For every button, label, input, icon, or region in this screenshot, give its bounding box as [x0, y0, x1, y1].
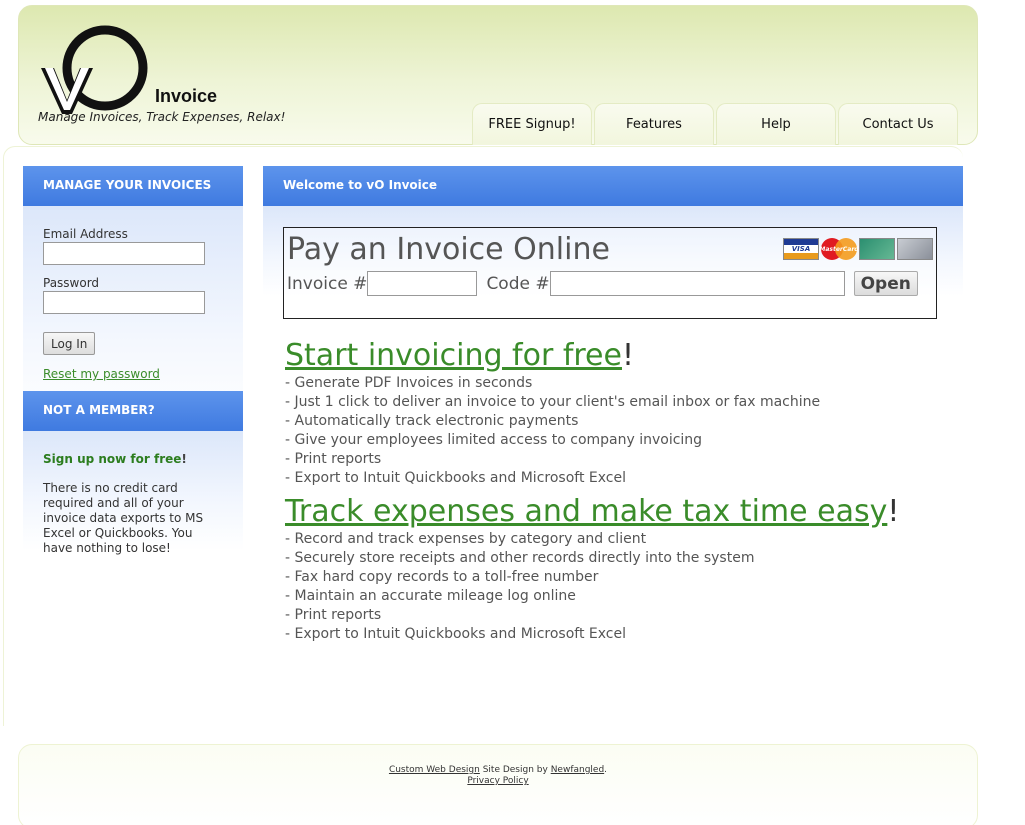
amex-card-icon — [859, 238, 895, 260]
list-item: - Just 1 click to deliver an invoice to … — [285, 394, 821, 410]
list-item: - Automatically track electronic payment… — [285, 413, 579, 429]
list-item: - Maintain an accurate mileage log onlin… — [285, 588, 576, 604]
section-expenses-title: Track expenses and make tax time easy! — [285, 494, 899, 530]
main-nav: FREE Signup! Features Help Contact Us — [472, 103, 958, 145]
section-invoicing: Start invoicing for free! - Generate PDF… — [285, 338, 820, 488]
password-label: Password — [43, 276, 100, 290]
vo-logo[interactable] — [39, 24, 149, 116]
reset-password-link[interactable]: Reset my password — [43, 367, 223, 381]
main-header: Welcome to vO Invoice — [263, 166, 963, 206]
login-box: MANAGE YOUR INVOICES Email Address Passw… — [23, 166, 243, 422]
open-invoice-button[interactable]: Open — [853, 271, 918, 296]
mastercard-label: MasterCard — [819, 245, 859, 253]
pay-invoice-title: Pay an Invoice Online — [287, 232, 610, 267]
signup-now-link[interactable]: Sign up now for free! — [43, 452, 223, 466]
tagline: Manage Invoices, Track Expenses, Relax! — [38, 110, 286, 124]
discover-card-icon — [897, 238, 933, 260]
start-invoicing-link[interactable]: Start invoicing for free — [285, 338, 622, 373]
login-box-title: MANAGE YOUR INVOICES — [23, 166, 243, 206]
not-member-body: Sign up now for free! There is no credit… — [23, 431, 243, 555]
list-item: - Record and track expenses by category … — [285, 531, 647, 547]
section-invoicing-excl: ! — [621, 338, 635, 373]
section-expenses-excl: ! — [887, 494, 900, 529]
list-item: - Generate PDF Invoices in seconds — [285, 375, 533, 391]
site-footer: Custom Web Design Site Design by Newfang… — [18, 744, 978, 825]
logo-wordmark: Invoice — [155, 86, 218, 106]
card-logos: VISA MasterCard — [783, 238, 933, 260]
custom-web-design-link[interactable]: Custom Web Design — [389, 765, 480, 775]
mastercard-icon: MasterCard — [819, 238, 859, 260]
list-item: - Fax hard copy records to a toll-free n… — [285, 569, 599, 585]
signup-bang: ! — [181, 452, 187, 466]
privacy-policy-link[interactable]: Privacy Policy — [467, 776, 528, 786]
nav-tab-help[interactable]: Help — [716, 103, 836, 145]
footer-text-2: . — [604, 765, 608, 775]
nav-tab-features[interactable]: Features — [594, 103, 714, 145]
password-field[interactable] — [43, 291, 205, 314]
code-input[interactable] — [549, 271, 845, 296]
list-item: - Print reports — [285, 451, 382, 467]
invoice-number-input[interactable] — [367, 271, 478, 296]
invoicing-feature-list: - Generate PDF Invoices in seconds - Jus… — [285, 374, 820, 488]
nav-tab-free-signup[interactable]: FREE Signup! — [472, 103, 592, 145]
login-form: Email Address Password Log In Reset my p… — [23, 206, 243, 422]
list-item: - Export to Intuit Quickbooks and Micros… — [285, 626, 626, 642]
track-expenses-link[interactable]: Track expenses and make tax time easy — [285, 494, 887, 529]
not-member-text: There is no credit card required and all… — [43, 481, 204, 555]
email-label: Email Address — [43, 227, 128, 241]
login-button[interactable]: Log In — [43, 332, 96, 355]
visa-card-icon: VISA — [783, 238, 819, 260]
pay-invoice-form: Invoice # Code # Open — [287, 271, 918, 296]
invoice-number-label: Invoice # — [287, 273, 368, 294]
list-item: - Give your employees limited access to … — [285, 432, 703, 448]
pay-invoice-box: Pay an Invoice Online VISA MasterCard In… — [283, 227, 937, 319]
code-label: Code # — [486, 273, 550, 294]
footer-credits: Custom Web Design Site Design by Newfang… — [19, 765, 977, 776]
newfangled-link[interactable]: Newfangled — [551, 765, 604, 775]
not-member-title: NOT A MEMBER? — [23, 391, 243, 431]
nav-tab-contact-us[interactable]: Contact Us — [838, 103, 958, 145]
not-member-box: NOT A MEMBER? Sign up now for free! Ther… — [23, 391, 243, 555]
footer-text-1: Site Design by — [479, 765, 551, 775]
email-field[interactable] — [43, 242, 205, 265]
list-item: - Securely store receipts and other reco… — [285, 550, 755, 566]
section-invoicing-title: Start invoicing for free! — [285, 338, 820, 374]
list-item: - Export to Intuit Quickbooks and Micros… — [285, 470, 626, 486]
site-header: Invoice Manage Invoices, Track Expenses,… — [18, 5, 978, 145]
section-expenses: Track expenses and make tax time easy! -… — [285, 494, 899, 644]
list-item: - Print reports — [285, 607, 382, 623]
expenses-feature-list: - Record and track expenses by category … — [285, 530, 899, 644]
signup-now-text[interactable]: Sign up now for free — [43, 452, 181, 466]
